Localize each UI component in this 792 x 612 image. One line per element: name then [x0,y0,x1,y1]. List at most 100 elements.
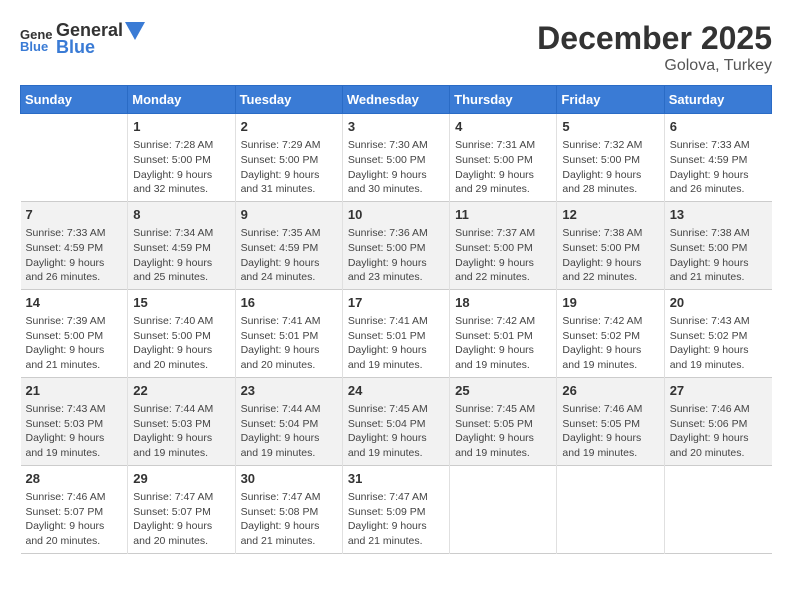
calendar-cell: 14 Sunrise: 7:39 AM Sunset: 5:00 PM Dayli… [21,289,128,377]
calendar-cell: 24Sunrise: 7:45 AM Sunset: 5:04 PM Dayli… [342,377,449,465]
logo-icon: General Blue [20,25,52,53]
day-info: Sunrise: 7:41 AM Sunset: 5:01 PM Dayligh… [241,314,337,373]
day-info: Sunrise: 7:33 AM Sunset: 4:59 PM Dayligh… [670,138,767,197]
calendar-cell: 28Sunrise: 7:46 AM Sunset: 5:07 PM Dayli… [21,465,128,553]
day-info: Sunrise: 7:40 AM Sunset: 5:00 PM Dayligh… [133,314,229,373]
day-number: 10 [348,206,444,224]
week-row-2: 7 Sunrise: 7:33 AM Sunset: 4:59 PM Daylig… [21,201,772,289]
week-row-3: 14 Sunrise: 7:39 AM Sunset: 5:00 PM Dayli… [21,289,772,377]
month-title: December 2025 [537,20,772,57]
day-info: Sunrise: 7:31 AM Sunset: 5:00 PM Dayligh… [455,138,551,197]
day-number: 13 [670,206,767,224]
calendar-cell: 25 Sunrise: 7:45 AM Sunset: 5:05 PM Dayli… [450,377,557,465]
day-info: Sunrise: 7:39 AM Sunset: 5:00 PM Dayligh… [26,314,123,373]
weekday-header-saturday: Saturday [664,86,771,114]
day-info: Sunrise: 7:45 AM Sunset: 5:04 PM Dayligh… [348,402,444,461]
day-number: 29 [133,470,229,488]
day-info: Sunrise: 7:35 AM Sunset: 4:59 PM Dayligh… [241,226,337,285]
day-info: Sunrise: 7:42 AM Sunset: 5:01 PM Dayligh… [455,314,551,373]
day-info: Sunrise: 7:45 AM Sunset: 5:05 PM Dayligh… [455,402,551,461]
calendar-cell [664,465,771,553]
weekday-header-tuesday: Tuesday [235,86,342,114]
title-area: December 2025 Golova, Turkey [537,20,772,75]
calendar-cell: 8 Sunrise: 7:34 AM Sunset: 4:59 PM Daylig… [128,201,235,289]
day-number: 30 [241,470,337,488]
calendar-cell: 21Sunrise: 7:43 AM Sunset: 5:03 PM Dayli… [21,377,128,465]
day-info: Sunrise: 7:36 AM Sunset: 5:00 PM Dayligh… [348,226,444,285]
weekday-header-thursday: Thursday [450,86,557,114]
weekday-header-friday: Friday [557,86,664,114]
day-info: Sunrise: 7:34 AM Sunset: 4:59 PM Dayligh… [133,226,229,285]
day-info: Sunrise: 7:32 AM Sunset: 5:00 PM Dayligh… [562,138,658,197]
day-number: 6 [670,118,767,136]
day-info: Sunrise: 7:43 AM Sunset: 5:02 PM Dayligh… [670,314,767,373]
day-info: Sunrise: 7:44 AM Sunset: 5:03 PM Dayligh… [133,402,229,461]
day-number: 8 [133,206,229,224]
calendar-cell [557,465,664,553]
day-number: 25 [455,382,551,400]
day-number: 11 [455,206,551,224]
day-number: 21 [26,382,123,400]
day-info: Sunrise: 7:47 AM Sunset: 5:09 PM Dayligh… [348,490,444,549]
calendar-cell: 31 Sunrise: 7:47 AM Sunset: 5:09 PM Dayli… [342,465,449,553]
calendar-cell: 1 Sunrise: 7:28 AM Sunset: 5:00 PM Daylig… [128,114,235,202]
calendar-table: SundayMondayTuesdayWednesdayThursdayFrid… [20,85,772,554]
calendar-cell: 2Sunrise: 7:29 AM Sunset: 5:00 PM Daylig… [235,114,342,202]
location-title: Golova, Turkey [537,57,772,75]
day-number: 4 [455,118,551,136]
calendar-cell: 18 Sunrise: 7:42 AM Sunset: 5:01 PM Dayli… [450,289,557,377]
calendar-cell: 5 Sunrise: 7:32 AM Sunset: 5:00 PM Daylig… [557,114,664,202]
day-info: Sunrise: 7:46 AM Sunset: 5:06 PM Dayligh… [670,402,767,461]
day-info: Sunrise: 7:33 AM Sunset: 4:59 PM Dayligh… [26,226,123,285]
day-info: Sunrise: 7:37 AM Sunset: 5:00 PM Dayligh… [455,226,551,285]
day-number: 17 [348,294,444,312]
day-number: 9 [241,206,337,224]
calendar-cell: 9 Sunrise: 7:35 AM Sunset: 4:59 PM Daylig… [235,201,342,289]
day-number: 14 [26,294,123,312]
calendar-cell: 10 Sunrise: 7:36 AM Sunset: 5:00 PM Dayli… [342,201,449,289]
weekday-header-sunday: Sunday [21,86,128,114]
day-info: Sunrise: 7:28 AM Sunset: 5:00 PM Dayligh… [133,138,229,197]
day-number: 18 [455,294,551,312]
day-info: Sunrise: 7:46 AM Sunset: 5:05 PM Dayligh… [562,402,658,461]
day-info: Sunrise: 7:38 AM Sunset: 5:00 PM Dayligh… [562,226,658,285]
week-row-1: 1 Sunrise: 7:28 AM Sunset: 5:00 PM Daylig… [21,114,772,202]
day-info: Sunrise: 7:41 AM Sunset: 5:01 PM Dayligh… [348,314,444,373]
day-info: Sunrise: 7:44 AM Sunset: 5:04 PM Dayligh… [241,402,337,461]
weekday-header-monday: Monday [128,86,235,114]
day-number: 28 [26,470,123,488]
day-number: 1 [133,118,229,136]
calendar-cell: 19Sunrise: 7:42 AM Sunset: 5:02 PM Dayli… [557,289,664,377]
svg-text:Blue: Blue [20,39,48,53]
day-info: Sunrise: 7:38 AM Sunset: 5:00 PM Dayligh… [670,226,767,285]
day-number: 31 [348,470,444,488]
calendar-cell: 20 Sunrise: 7:43 AM Sunset: 5:02 PM Dayli… [664,289,771,377]
calendar-cell: 11 Sunrise: 7:37 AM Sunset: 5:00 PM Dayli… [450,201,557,289]
calendar-cell: 15Sunrise: 7:40 AM Sunset: 5:00 PM Dayli… [128,289,235,377]
week-row-5: 28Sunrise: 7:46 AM Sunset: 5:07 PM Dayli… [21,465,772,553]
day-info: Sunrise: 7:30 AM Sunset: 5:00 PM Dayligh… [348,138,444,197]
day-number: 26 [562,382,658,400]
weekday-header-row: SundayMondayTuesdayWednesdayThursdayFrid… [21,86,772,114]
calendar-cell: 30Sunrise: 7:47 AM Sunset: 5:08 PM Dayli… [235,465,342,553]
calendar-cell: 4 Sunrise: 7:31 AM Sunset: 5:00 PM Daylig… [450,114,557,202]
calendar-cell: 23 Sunrise: 7:44 AM Sunset: 5:04 PM Dayli… [235,377,342,465]
calendar-cell: 12 Sunrise: 7:38 AM Sunset: 5:00 PM Dayli… [557,201,664,289]
weekday-header-wednesday: Wednesday [342,86,449,114]
calendar-cell: 3 Sunrise: 7:30 AM Sunset: 5:00 PM Daylig… [342,114,449,202]
calendar-cell: 13 Sunrise: 7:38 AM Sunset: 5:00 PM Dayli… [664,201,771,289]
day-info: Sunrise: 7:42 AM Sunset: 5:02 PM Dayligh… [562,314,658,373]
calendar-cell [21,114,128,202]
calendar-cell [450,465,557,553]
calendar-cell: 22 Sunrise: 7:44 AM Sunset: 5:03 PM Dayli… [128,377,235,465]
day-number: 22 [133,382,229,400]
day-number: 5 [562,118,658,136]
day-number: 7 [26,206,123,224]
day-number: 16 [241,294,337,312]
calendar-cell: 27Sunrise: 7:46 AM Sunset: 5:06 PM Dayli… [664,377,771,465]
day-number: 23 [241,382,337,400]
day-number: 12 [562,206,658,224]
calendar-cell: 26 Sunrise: 7:46 AM Sunset: 5:05 PM Dayli… [557,377,664,465]
day-number: 3 [348,118,444,136]
day-number: 20 [670,294,767,312]
